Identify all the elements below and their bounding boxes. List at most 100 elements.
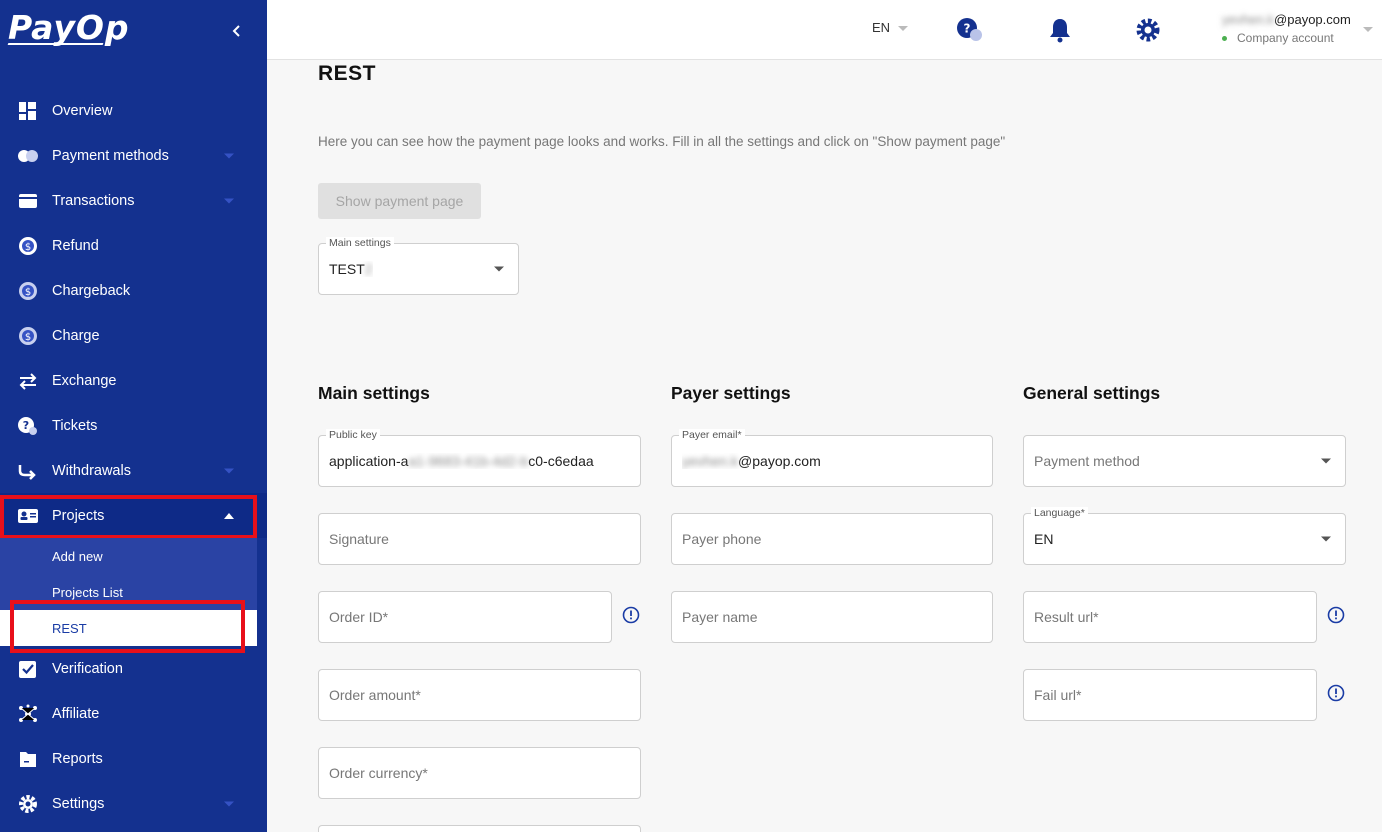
field-placeholder: Result url*: [1034, 609, 1099, 625]
logo-underline: [7, 43, 104, 45]
language-select[interactable]: Language* EN: [1023, 507, 1346, 565]
sidebar-item-transactions[interactable]: Transactions: [0, 178, 267, 223]
svg-text:?: ?: [964, 22, 971, 36]
submenu-label: Add new: [52, 548, 103, 564]
sidebar-item-exchange[interactable]: Exchange: [0, 358, 267, 403]
sidebar-item-label: Affiliate: [52, 705, 100, 722]
order-amount-field[interactable]: Order amount*: [318, 669, 641, 721]
sidebar-item-label: Payment methods: [52, 147, 169, 164]
field-placeholder: Payer name: [682, 609, 758, 625]
field-placeholder: Payment method: [1034, 453, 1140, 469]
user-email-domain: @payop.com: [1274, 12, 1351, 27]
field-value: yevhen.k@payop.com: [682, 453, 821, 469]
submenu-label: Projects List: [52, 584, 123, 600]
sidebar-item-reports[interactable]: Reports: [0, 736, 267, 781]
sidebar-item-label: Chargeback: [52, 282, 131, 299]
chevron-down-icon: [898, 26, 908, 31]
fail-url-field[interactable]: Fail url*: [1023, 669, 1317, 721]
field-placeholder: Fail url*: [1034, 687, 1082, 703]
dropdown-arrow-icon: [494, 266, 504, 272]
info-icon[interactable]: [1327, 606, 1345, 624]
field-value: EN: [1034, 531, 1054, 547]
sidebar-item-withdrawals[interactable]: Withdrawals: [0, 448, 267, 493]
user-menu-chevron-icon[interactable]: [1363, 27, 1373, 32]
reports-icon: [17, 748, 39, 770]
charge-icon: $: [17, 325, 39, 347]
tickets-icon: ?: [17, 415, 39, 437]
field-label: Public key: [326, 429, 380, 441]
signature-field[interactable]: Signature: [318, 513, 641, 565]
transactions-icon: [17, 190, 39, 212]
submenu-projects-list[interactable]: Projects List: [0, 574, 257, 610]
general-settings-title: General settings: [1023, 383, 1161, 403]
sidebar-item-label: Overview: [52, 102, 113, 119]
sidebar-item-affiliate[interactable]: Affiliate: [0, 691, 267, 736]
chevron-down-icon: [224, 468, 234, 473]
svg-text:$: $: [25, 242, 31, 253]
chevron-up-icon: [224, 512, 234, 519]
withdrawals-icon: [17, 460, 39, 482]
sidebar-item-label: Withdrawals: [52, 462, 131, 479]
collapse-sidebar-button[interactable]: [226, 20, 248, 42]
refund-icon: $: [17, 235, 39, 257]
payment-methods-icon: [17, 145, 39, 167]
field-label: Language*: [1031, 507, 1088, 519]
page-description: Here you can see how the payment page lo…: [318, 134, 1006, 149]
sidebar-item-overview[interactable]: Overview: [0, 88, 267, 133]
verification-icon: [17, 658, 39, 680]
payer-phone-field[interactable]: Payer phone: [671, 513, 993, 565]
next-field-partial[interactable]: [318, 825, 641, 832]
project-select[interactable]: Main settings TEST2: [318, 237, 519, 295]
projects-submenu: Add new Projects List REST: [0, 538, 257, 646]
sidebar-item-tickets[interactable]: ? Tickets: [0, 403, 267, 448]
help-chat-icon[interactable]: ?: [956, 16, 984, 44]
sidebar-item-payment-methods[interactable]: Payment methods: [0, 133, 267, 178]
chevron-down-icon: [224, 198, 234, 203]
field-label: Main settings: [326, 237, 394, 249]
payer-email-field[interactable]: Payer email* yevhen.k@payop.com: [671, 429, 993, 487]
public-key-field[interactable]: Public key application-aa1-9683-41b-4d2-…: [318, 429, 641, 487]
dropdown-arrow-icon: [1321, 536, 1331, 542]
order-id-field[interactable]: Order ID*: [318, 591, 612, 643]
info-icon[interactable]: [1327, 684, 1345, 702]
field-placeholder: Order currency*: [329, 765, 428, 781]
sidebar: PayOp Overview Payment methods Transacti…: [0, 0, 267, 832]
overview-icon: [17, 100, 39, 122]
user-email[interactable]: yevhen.k@payop.com: [1222, 12, 1351, 27]
sidebar-item-projects[interactable]: Projects: [0, 493, 267, 538]
payop-logo[interactable]: PayOp: [8, 8, 130, 47]
payment-method-select[interactable]: Payment method: [1023, 435, 1346, 487]
settings-icon: [17, 793, 39, 815]
field-placeholder: Payer phone: [682, 531, 762, 547]
submenu-rest[interactable]: REST: [0, 610, 257, 646]
result-url-field[interactable]: Result url*: [1023, 591, 1317, 643]
payer-settings-title: Payer settings: [671, 383, 791, 403]
sidebar-item-settings[interactable]: Settings: [0, 781, 267, 826]
sidebar-item-charge[interactable]: $ Charge: [0, 313, 267, 358]
field-value: application-aa1-9683-41b-4d2-bc0-c6edaa: [329, 453, 594, 469]
info-icon[interactable]: [622, 606, 640, 624]
sidebar-item-label: Tickets: [52, 417, 98, 434]
exchange-icon: [17, 370, 39, 392]
payer-name-field[interactable]: Payer name: [671, 591, 993, 643]
sidebar-item-label: Exchange: [52, 372, 117, 389]
account-type-label: Company account: [1237, 31, 1334, 45]
user-email-hidden: yevhen.k: [1222, 12, 1275, 27]
language-selector[interactable]: EN: [872, 20, 890, 35]
online-status-dot: [1222, 36, 1227, 42]
submenu-add-new[interactable]: Add new: [0, 538, 257, 574]
field-placeholder: Order amount*: [329, 687, 421, 703]
sidebar-item-chargeback[interactable]: $ Chargeback: [0, 268, 267, 313]
chargeback-icon: $: [17, 280, 39, 302]
page-title: REST: [318, 62, 377, 85]
svg-text:$: $: [25, 287, 31, 298]
field-value: TEST2: [329, 261, 373, 277]
svg-text:?: ?: [23, 419, 29, 432]
show-payment-page-button[interactable]: Show payment page: [318, 183, 481, 219]
settings-gear-icon[interactable]: [1134, 16, 1162, 44]
sidebar-item-refund[interactable]: $ Refund: [0, 223, 267, 268]
sidebar-item-label: Verification: [52, 660, 123, 677]
notifications-bell-icon[interactable]: [1046, 16, 1074, 44]
sidebar-item-verification[interactable]: Verification: [0, 646, 267, 691]
order-currency-field[interactable]: Order currency*: [318, 747, 641, 799]
